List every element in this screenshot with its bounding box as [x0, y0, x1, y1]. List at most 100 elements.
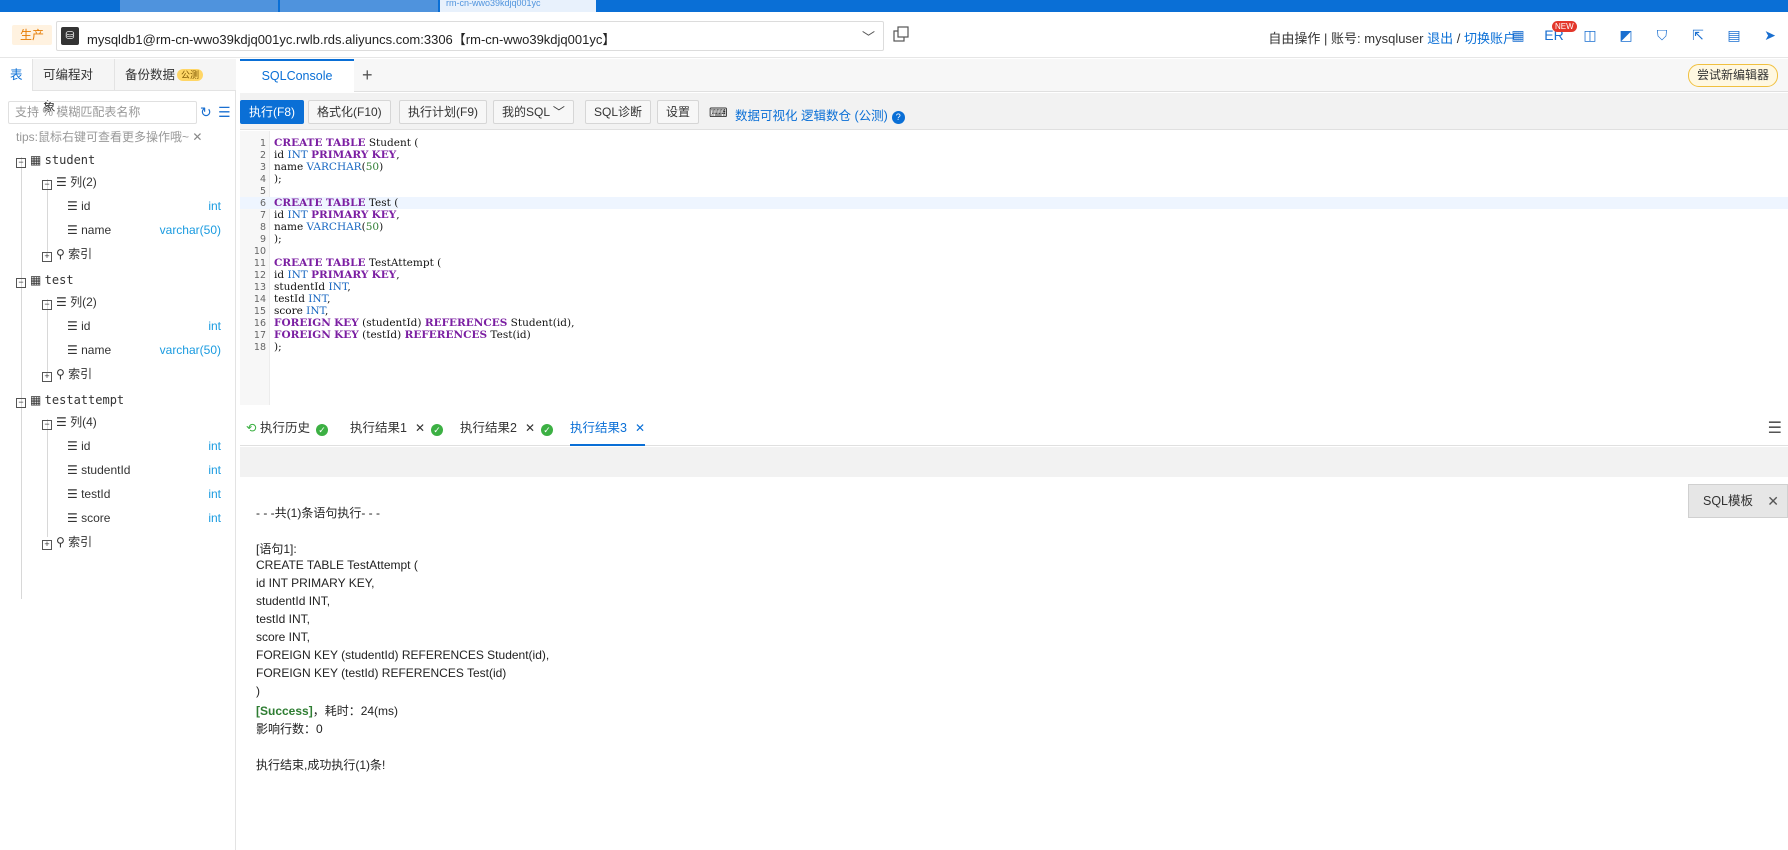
tab-result-2[interactable]: 执行结果2 ✕ ✓ — [460, 410, 554, 446]
filter-icon[interactable]: ☰ — [218, 104, 231, 121]
logout-link[interactable]: 退出 — [1427, 31, 1453, 46]
table-search-input[interactable]: 支持 % 模糊匹配表名称 — [8, 101, 197, 124]
export-icon[interactable]: ⇱ — [1680, 26, 1716, 44]
add-tab-button[interactable]: + — [362, 65, 373, 86]
document-icon[interactable]: ▤ — [1716, 26, 1752, 44]
tab-tables[interactable]: 表 — [0, 59, 33, 91]
chart-icon[interactable]: ◫ — [1572, 26, 1608, 44]
tab-result-1[interactable]: 执行结果1 ✕ ✓ — [350, 410, 444, 446]
help-icon: ? — [891, 111, 905, 124]
window-tab-active[interactable]: rm-cn-wwo39kdjq001yc — [440, 0, 596, 12]
code-line[interactable]: 3 name VARCHAR(50) — [240, 161, 1788, 173]
tree-guide — [47, 419, 48, 537]
refresh-icon[interactable]: ↻ — [200, 104, 212, 121]
connection-header: 生产 ⛁ mysqldb1@rm-cn-wwo39kdjq001yc.rwlb.… — [0, 12, 1788, 58]
tree-column[interactable]: ☰ studentId int — [67, 461, 229, 479]
window-tab-1[interactable] — [120, 0, 278, 12]
code-line[interactable]: 4); — [240, 173, 1788, 185]
tab-programmable[interactable]: 可编程对象 — [33, 59, 115, 114]
keyboard-icon[interactable]: ⌨ — [709, 105, 728, 121]
statement-line: testId INT, — [256, 612, 311, 626]
connection-text: mysqldb1@rm-cn-wwo39kdjq001yc.rwlb.rds.a… — [87, 32, 616, 47]
code-line[interactable]: 5 — [240, 185, 1788, 197]
tree-index-testattempt[interactable]: + ⚲ 索引 — [42, 533, 92, 551]
copy-icon[interactable] — [893, 26, 909, 42]
tree-column[interactable]: ☰ score int — [67, 509, 229, 527]
try-new-editor-button[interactable]: 尝试新编辑器 — [1687, 64, 1778, 87]
sql-template-panel[interactable]: SQL模板 ✕ — [1688, 484, 1788, 518]
chevron-down-icon[interactable]: ﹀ — [862, 27, 875, 46]
statement-line: FOREIGN KEY (testId) REFERENCES Test(id) — [256, 666, 507, 680]
tree-column[interactable]: ☰ id int — [67, 197, 229, 215]
beta-badge: 公测 — [177, 69, 204, 81]
top-strip: rm-cn-wwo39kdjq001yc — [0, 0, 1788, 12]
tab-history[interactable]: ⟲ 执行历史 ✓ — [246, 410, 328, 446]
tree-columns-test[interactable]: − ☰ 列(2) — [42, 293, 97, 311]
diagnose-button[interactable]: SQL诊断 — [585, 100, 652, 124]
close-icon: ✕ — [524, 421, 536, 435]
format-button[interactable]: 格式化(F10) — [308, 100, 391, 124]
tree-columns-testattempt[interactable]: − ☰ 列(4) — [42, 413, 97, 431]
tips-text: tips:鼠标右键可查看更多操作哦~ ✕ — [16, 130, 203, 144]
object-explorer: 表 可编程对象 备份数据 公测 支持 % 模糊匹配表名称 ↻ ☰ tips:鼠标右… — [0, 59, 236, 850]
tree-column[interactable]: ☰ id int — [67, 317, 229, 335]
result-tabbar: ⟲ 执行历史 ✓ 执行结果1 ✕ ✓ 执行结果2 ✕ ✓ 执行结果3 ✕ ☰ — [240, 410, 1788, 446]
code-line[interactable]: 18); — [240, 341, 1788, 353]
tree-column[interactable]: ☰ name varchar(50) — [67, 341, 229, 359]
code-line[interactable]: 12 id INT PRIMARY KEY, — [240, 269, 1788, 281]
tab-backup[interactable]: 备份数据 公测 — [115, 59, 236, 91]
shield-icon[interactable]: ⛉ — [1644, 26, 1680, 44]
tree-table-student[interactable]: − ▦ student — [16, 151, 95, 169]
send-icon[interactable]: ➤ — [1752, 26, 1788, 44]
tab-sqlconsole[interactable]: SQLConsole — [240, 59, 354, 92]
menu-icon[interactable]: ☰ — [1768, 418, 1782, 438]
tree-table-testattempt[interactable]: − ▦ testattempt — [16, 391, 124, 409]
statement-line: id INT PRIMARY KEY, — [256, 576, 375, 590]
visualize-link[interactable]: 数据可视化 — [735, 105, 798, 124]
my-sql-dropdown[interactable]: 我的SQL ﹀ — [493, 100, 574, 124]
explorer-tabs: 表 可编程对象 备份数据 公测 — [0, 59, 236, 114]
code-line[interactable]: 9); — [240, 233, 1788, 245]
code-line[interactable]: 6 CREATE TABLE Test ( — [240, 197, 1788, 209]
window-tab-2[interactable] — [280, 0, 438, 12]
statement-label: [语句1]: — [256, 542, 297, 556]
tab-result-3[interactable]: 执行结果3 ✕ — [570, 410, 646, 446]
connection-selector[interactable]: ⛁ mysqldb1@rm-cn-wwo39kdjq001yc.rwlb.rds… — [56, 21, 884, 51]
execute-button[interactable]: 执行(F8) — [240, 100, 304, 124]
result-output: - - -共(1)条语句执行- - - [语句1]: CREATE TABLE … — [240, 477, 1788, 850]
code-line[interactable]: 7 id INT PRIMARY KEY, — [240, 209, 1788, 221]
editor-tabbar: SQLConsole + 尝试新编辑器 — [240, 59, 1788, 92]
statement-line: studentId INT, — [256, 594, 331, 608]
key-icon: ⚲ — [56, 247, 65, 261]
tree-index-test[interactable]: + ⚲ 索引 — [42, 365, 92, 383]
plan-button[interactable]: 执行计划(F9) — [399, 100, 487, 124]
tree-column[interactable]: ☰ id int — [67, 437, 229, 455]
tree-index-student[interactable]: + ⚲ 索引 — [42, 245, 92, 263]
sql-editor[interactable]: 1 CREATE TABLE Student (2 id INT PRIMARY K… — [240, 131, 1788, 405]
result-toolbar — [240, 447, 1788, 477]
code-line[interactable]: 15 score INT, — [240, 305, 1788, 317]
close-icon[interactable]: ✕ — [1767, 485, 1779, 517]
env-badge: 生产 — [12, 25, 53, 45]
code-line[interactable]: 13 studentId INT, — [240, 281, 1788, 293]
table-icon[interactable]: ▦ — [1500, 26, 1536, 44]
code-line[interactable]: 1 CREATE TABLE Student ( — [240, 137, 1788, 149]
code-line[interactable]: 11 CREATE TABLE TestAttempt ( — [240, 257, 1788, 269]
tree-column[interactable]: ☰ testId int — [67, 485, 229, 503]
code-line[interactable]: 8 name VARCHAR(50) — [240, 221, 1788, 233]
code-line[interactable]: 14 testId INT, — [240, 293, 1788, 305]
key-icon: ⚲ — [56, 367, 65, 381]
tree-table-test[interactable]: − ▦ test — [16, 271, 74, 289]
settings-button[interactable]: 设置 — [657, 100, 700, 124]
tree-columns-student[interactable]: − ☰ 列(2) — [42, 173, 97, 191]
close-icon[interactable]: ✕ — [192, 130, 202, 144]
affected-rows: 影响行数：0 — [256, 722, 323, 736]
monitor-icon[interactable]: ◩ — [1608, 26, 1644, 44]
logic-warehouse-link[interactable]: 逻辑数仓 (公测)? — [801, 105, 905, 124]
code-line[interactable]: 17 FOREIGN KEY (testId) REFERENCES Test(i… — [240, 329, 1788, 341]
code-line[interactable]: 2 id INT PRIMARY KEY, — [240, 149, 1788, 161]
code-line[interactable]: 10 — [240, 245, 1788, 257]
tree-column[interactable]: ☰ name varchar(50) — [67, 221, 229, 239]
code-line[interactable]: 16 FOREIGN KEY (studentId) REFERENCES Stu… — [240, 317, 1788, 329]
tab-backup-label: 备份数据 — [125, 68, 176, 82]
